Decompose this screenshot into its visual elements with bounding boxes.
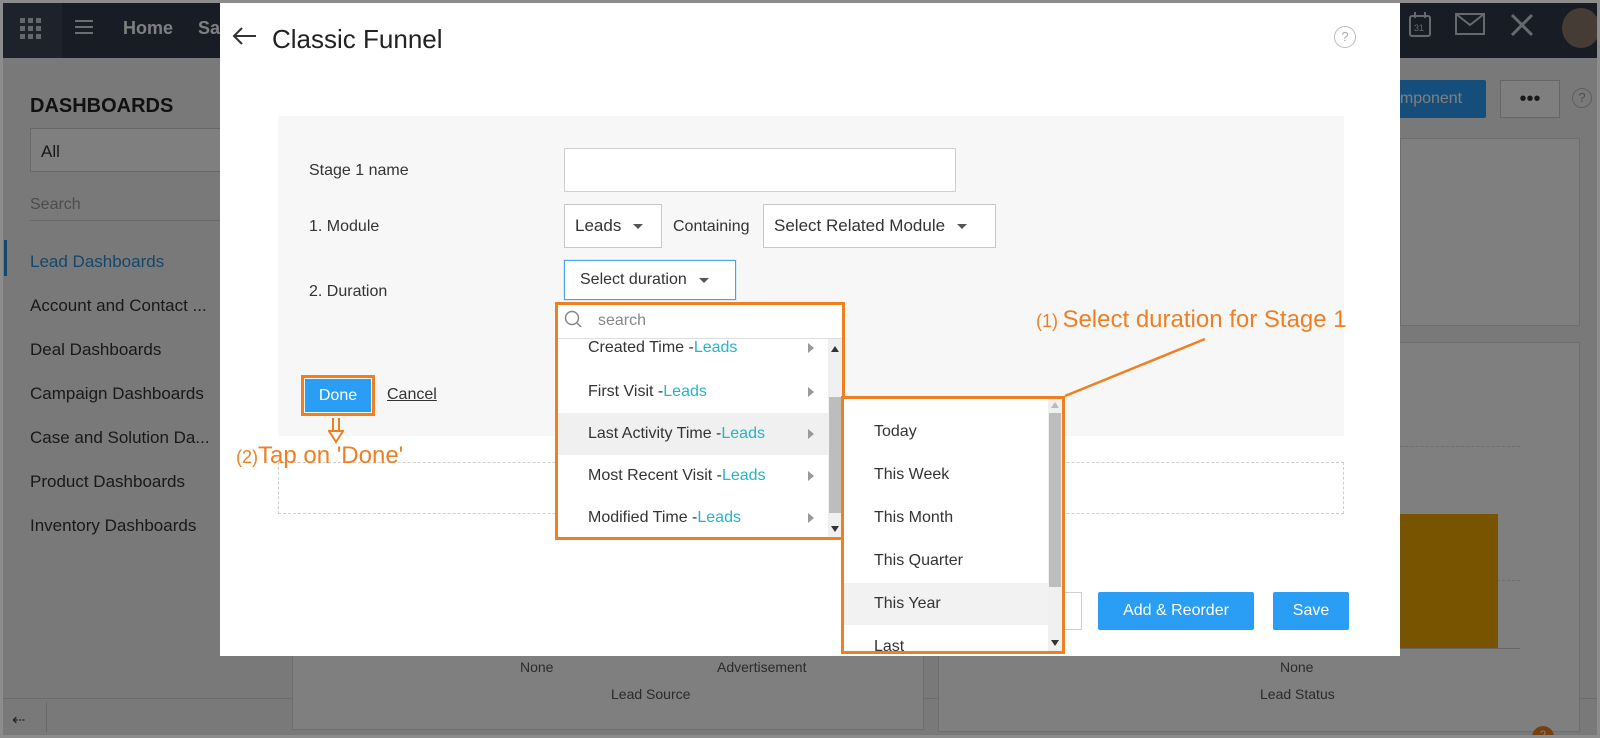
duration-select[interactable]: Select duration	[564, 260, 736, 300]
scroll-up-icon[interactable]	[1050, 401, 1060, 409]
related-module-select[interactable]: Select Related Module	[763, 204, 996, 248]
scrollbar-thumb[interactable]	[1049, 413, 1061, 587]
module-label: 1. Module	[309, 218, 380, 235]
field-name: Created Time -	[588, 339, 694, 356]
save-button[interactable]: Save	[1273, 592, 1349, 630]
scrollbar-thumb[interactable]	[829, 397, 841, 513]
stage-name-label: Stage 1 name	[309, 162, 409, 179]
stage-name-input[interactable]	[564, 148, 956, 192]
duration-options-dropdown: Today This Week This Month This Quarter …	[841, 396, 1065, 654]
field-name: Modified Time -	[588, 509, 698, 526]
add-reorder-button[interactable]: Add & Reorder	[1098, 592, 1254, 630]
module-name: Leads	[693, 339, 738, 356]
down-arrow-icon	[328, 418, 344, 444]
annotation-number: (2)	[236, 447, 258, 467]
duration-label: 2. Duration	[309, 283, 388, 300]
field-name: First Visit -	[588, 383, 664, 400]
annotation-text: Tap on 'Done'	[258, 442, 404, 469]
date-field-dropdown: search Created Time - Leads First Visit …	[555, 302, 845, 540]
module-name: Leads	[721, 467, 766, 484]
module-name: Leads	[697, 509, 741, 526]
module-select[interactable]: Leads	[564, 204, 662, 248]
duration-option[interactable]: Today	[844, 411, 1048, 453]
chevron-right-icon	[808, 471, 814, 481]
annotation-connector-line	[1064, 337, 1206, 398]
containing-label: Containing	[673, 218, 750, 235]
dropdown-item-hovered[interactable]: Last Activity Time - Leads	[558, 413, 828, 455]
dropdown-item[interactable]: First Visit - Leads	[558, 371, 828, 413]
scroll-up-icon[interactable]	[830, 345, 840, 353]
chevron-right-icon	[808, 513, 814, 523]
annotation-number: (1)	[1036, 311, 1058, 331]
module-select-value: Leads	[575, 216, 622, 235]
annotation-text: Select duration for Stage 1	[1062, 306, 1347, 333]
scroll-down-icon[interactable]	[1050, 639, 1060, 647]
dialog-title: Classic Funnel	[272, 24, 443, 54]
done-button[interactable]: Done	[305, 379, 371, 412]
field-name: Last Activity Time -	[588, 425, 722, 442]
duration-option[interactable]: Last	[844, 626, 1048, 651]
chevron-right-icon	[808, 429, 814, 439]
caret-down-icon	[698, 277, 709, 283]
annotation-step-2: (2)Tap on 'Done'	[236, 442, 403, 470]
related-module-select-value: Select Related Module	[774, 216, 946, 235]
help-icon[interactable]: ?	[1334, 26, 1356, 48]
duration-option-hovered[interactable]: This Year	[844, 583, 1048, 625]
module-name: Leads	[663, 383, 707, 400]
caret-down-icon	[957, 223, 968, 229]
divider	[558, 338, 842, 339]
dropdown-item[interactable]: Modified Time - Leads	[558, 497, 828, 537]
dropdown-item[interactable]: Most Recent Visit - Leads	[558, 455, 828, 497]
duration-option[interactable]: This Week	[844, 454, 1048, 496]
duration-select-value: Select duration	[580, 271, 687, 288]
duration-option[interactable]: This Quarter	[844, 540, 1048, 582]
caret-down-icon	[633, 223, 644, 229]
duration-option[interactable]: This Month	[844, 497, 1048, 539]
annotation-step-1: (1) Select duration for Stage 1	[1036, 306, 1347, 334]
chevron-right-icon	[808, 343, 814, 353]
scroll-down-icon[interactable]	[830, 525, 840, 533]
module-name: Leads	[721, 425, 765, 442]
chevron-right-icon	[808, 387, 814, 397]
back-arrow-icon[interactable]	[232, 26, 258, 46]
cancel-link[interactable]: Cancel	[387, 386, 437, 404]
field-name: Most Recent Visit -	[588, 467, 722, 484]
